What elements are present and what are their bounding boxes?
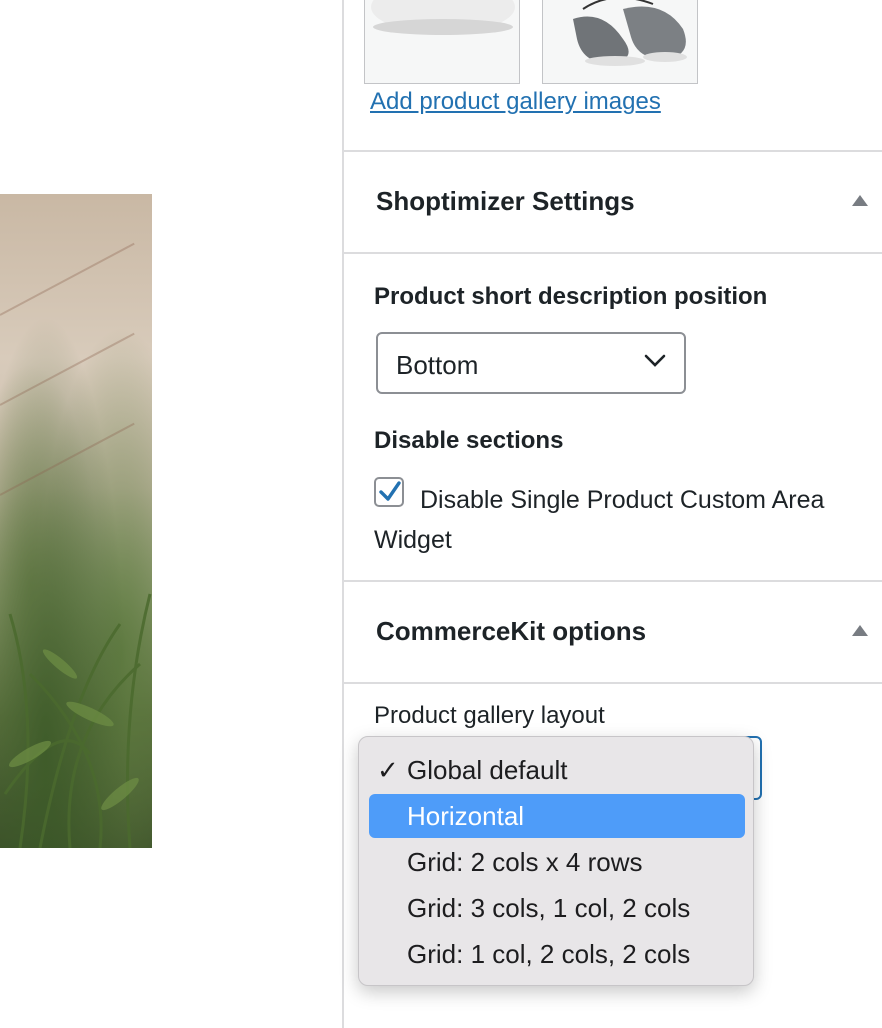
dropdown-option-global-default[interactable]: ✓ Global default [369,748,745,792]
option-label: Global default [407,755,568,785]
collapse-up-icon[interactable] [852,625,868,636]
dropdown-option-grid-1-2-2[interactable]: Grid: 1 col, 2 cols, 2 cols [369,932,745,976]
checkmark-icon: ✓ [377,755,399,785]
shoptimizer-settings-title: Shoptimizer Settings [376,186,635,216]
gallery-thumbnail[interactable] [542,0,698,84]
gallery-layout-dropdown-menu: ✓ Global default Horizontal Grid: 2 cols… [358,736,754,986]
divider [344,150,882,152]
divider [344,252,882,254]
select-value: Bottom [396,350,479,380]
option-label: Grid: 2 cols x 4 rows [407,847,643,877]
option-label: Horizontal [407,801,525,831]
dropdown-option-horizontal[interactable]: Horizontal [369,794,745,838]
chevron-down-icon [644,354,666,373]
commercekit-options-title: CommerceKit options [376,616,647,646]
divider [344,580,882,582]
disable-widget-label[interactable]: Disable Single Product Custom Area Widge… [374,480,874,560]
checkmark-icon [379,481,401,501]
divider [344,682,882,684]
product-gallery-layout-label: Product gallery layout [374,702,605,729]
gallery-thumbnail[interactable] [364,0,520,84]
add-gallery-images-link[interactable]: Add product gallery images [370,88,661,116]
product-featured-image [0,194,152,848]
short-description-position-label: Product short description position [374,283,768,310]
option-label: Grid: 1 col, 2 cols, 2 cols [407,939,691,969]
disable-sections-label: Disable sections [374,427,564,454]
dropdown-option-grid-3-1-2[interactable]: Grid: 3 cols, 1 col, 2 cols [369,886,745,930]
option-label: Grid: 3 cols, 1 col, 2 cols [407,893,691,923]
collapse-up-icon[interactable] [852,195,868,206]
dropdown-option-grid-2x4[interactable]: Grid: 2 cols x 4 rows [369,840,745,884]
short-description-position-select[interactable]: Bottom [376,332,686,394]
disable-widget-checkbox[interactable] [374,477,404,507]
